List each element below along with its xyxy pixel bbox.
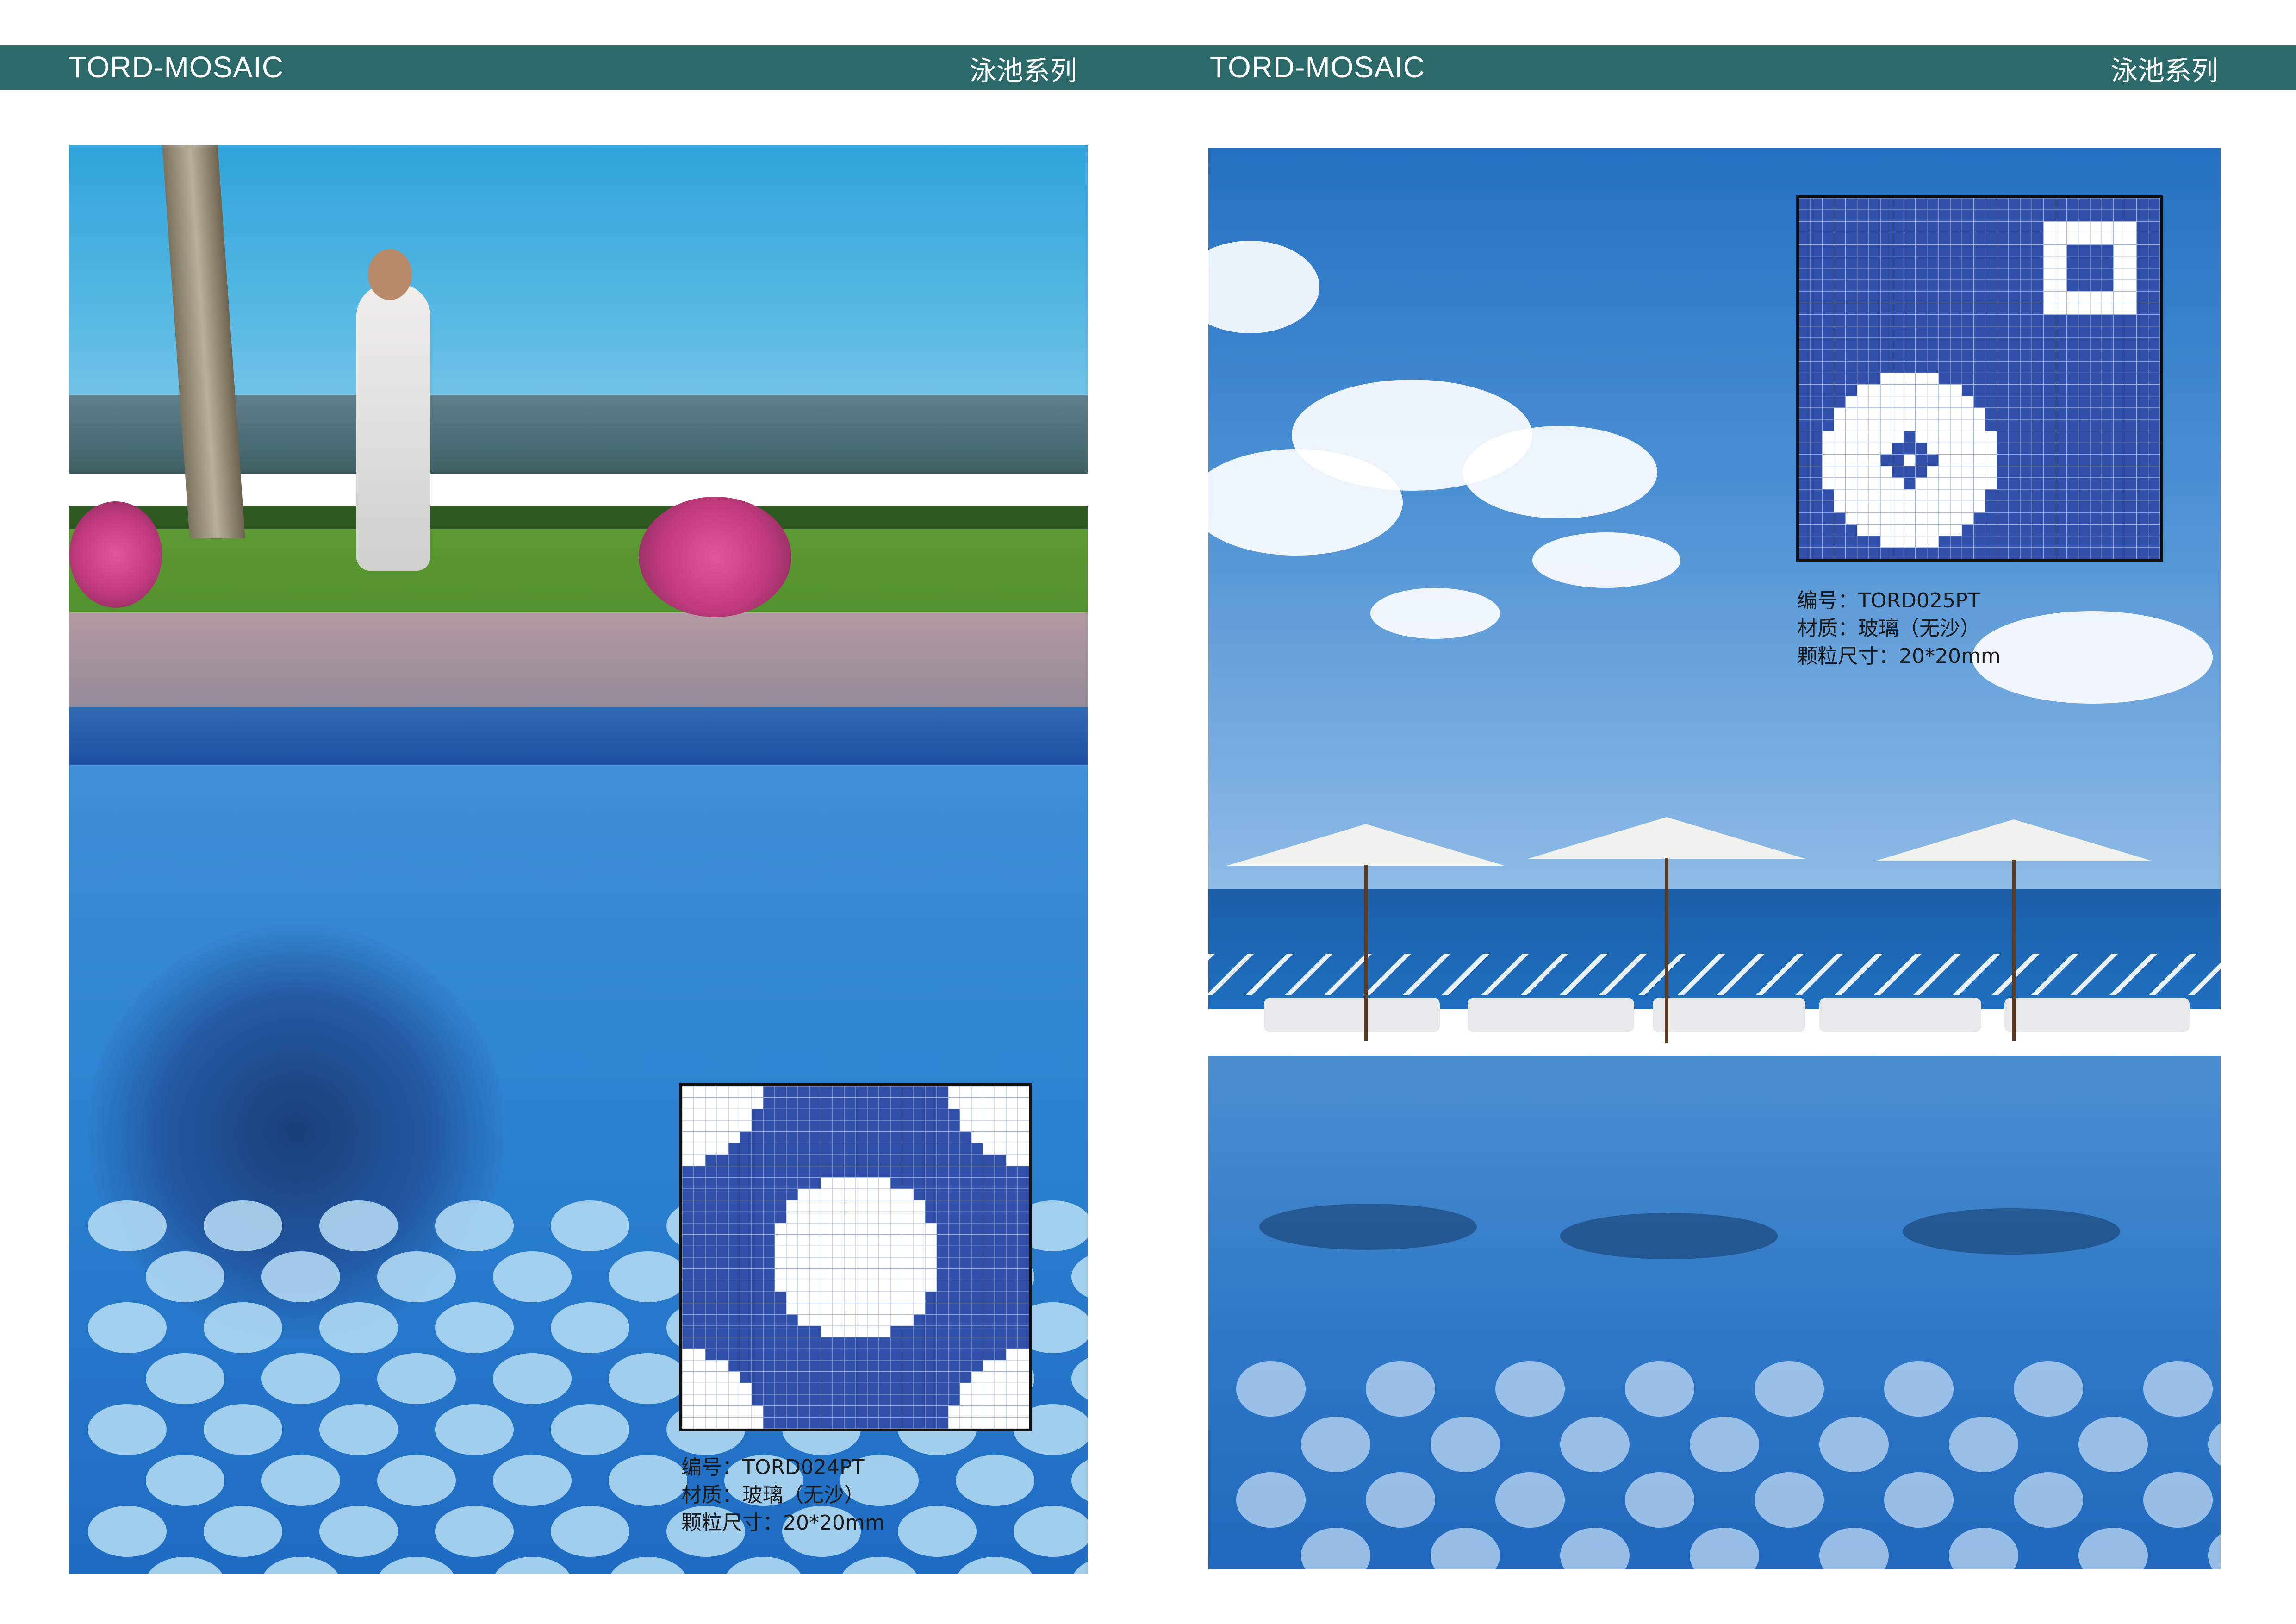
- pool-dot: [204, 1404, 282, 1455]
- brand-name: TORD-MOSAIC: [68, 50, 284, 84]
- pool-dot: [377, 1353, 456, 1404]
- umbrella: [1875, 819, 2153, 861]
- pool-dot: [1014, 1506, 1088, 1557]
- pool-dot: [1690, 1417, 1759, 1472]
- umbrella: [1227, 824, 1505, 866]
- railing: [1208, 954, 2221, 995]
- pool-dot: [1366, 1361, 1435, 1417]
- pool-dot: [1301, 1417, 1370, 1472]
- pool-dot: [88, 1506, 167, 1557]
- mosaic-swatch-tord025pt: [1796, 195, 2163, 562]
- pool-dot: [1560, 1417, 1630, 1472]
- pool-dot: [204, 1302, 282, 1353]
- pool-dot: [2014, 1472, 2083, 1528]
- pool-dot: [551, 1302, 629, 1353]
- pool-dot: [609, 1455, 687, 1506]
- pool-dot: [609, 1353, 687, 1404]
- product-caption: 编号：TORD025PT 材质：玻璃（无沙） 颗粒尺寸：20*20mm: [1797, 587, 2001, 670]
- product-caption: 编号：TORD024PT 材质：玻璃（无沙） 颗粒尺寸：20*20mm: [681, 1454, 885, 1537]
- pool-dot: [319, 1506, 398, 1557]
- pool-dot: [1625, 1361, 1694, 1417]
- pool-dot: [1949, 1417, 2018, 1472]
- left-page: TORD-MOSAIC 泳池系列 编号：TORD024PT 材质：玻璃（无沙） …: [0, 0, 1148, 1624]
- pool-dot: [1495, 1361, 1565, 1417]
- pool-dot: [435, 1302, 514, 1353]
- pool-dot: [435, 1506, 514, 1557]
- pool-dot: [319, 1404, 398, 1455]
- man-in-robe: [356, 284, 430, 571]
- pool-dot: [609, 1251, 687, 1302]
- pool-dot: [261, 1251, 340, 1302]
- product-code: 编号：TORD025PT: [1797, 589, 1980, 612]
- pool-dot: [88, 1302, 167, 1353]
- product-material: 材质：玻璃（无沙）: [681, 1483, 865, 1507]
- pool-dot: [319, 1302, 398, 1353]
- pool-dot: [146, 1353, 224, 1404]
- pool-dot: [88, 1404, 167, 1455]
- pool-dot: [898, 1506, 977, 1557]
- pool-dot: [1884, 1472, 1954, 1528]
- pool-dot: [1755, 1472, 1824, 1528]
- series-title: 泳池系列: [2111, 55, 2219, 87]
- series-title: 泳池系列: [970, 55, 1077, 87]
- pool-dot: [1819, 1417, 1889, 1472]
- pool-dot: [319, 1200, 398, 1251]
- pool-dot: [1366, 1472, 1435, 1528]
- pool-dot: [435, 1404, 514, 1455]
- pool-dot: [1431, 1417, 1500, 1472]
- pool-dot: [88, 1200, 167, 1251]
- mosaic-swatch-tord024pt: [679, 1083, 1032, 1431]
- pool-dot: [2078, 1417, 2148, 1472]
- pool-dot: [493, 1251, 572, 1302]
- pool-dot: [435, 1200, 514, 1251]
- pool-dot: [377, 1455, 456, 1506]
- pool-dot: [261, 1455, 340, 1506]
- pool-dot: [2143, 1361, 2213, 1417]
- brand-name: TORD-MOSAIC: [1210, 50, 1425, 84]
- product-size: 颗粒尺寸：20*20mm: [1797, 644, 2001, 668]
- right-page: TORD-MOSAIC 泳池系列 编号：TORD025PT 材质：玻璃（无沙） …: [1148, 0, 2296, 1624]
- pool-dot: [261, 1353, 340, 1404]
- pool-dot: [1236, 1361, 1306, 1417]
- pool-dot: [493, 1353, 572, 1404]
- pool-dot: [377, 1251, 456, 1302]
- pool-border-tiles: [69, 707, 1088, 768]
- pool-dot: [204, 1506, 282, 1557]
- pool-dot: [1625, 1472, 1694, 1528]
- mosaic-tile-grid: [682, 1086, 1029, 1429]
- pool-dot: [146, 1455, 224, 1506]
- pool-dot: [1236, 1472, 1306, 1528]
- umbrella: [1528, 817, 1805, 859]
- pool-dot: [493, 1455, 572, 1506]
- flower-bush: [69, 501, 162, 608]
- pool-dot: [1884, 1361, 1954, 1417]
- pool-dot: [2143, 1472, 2213, 1528]
- pool-dot: [1495, 1472, 1565, 1528]
- pool-dot: [146, 1251, 224, 1302]
- product-material: 材质：玻璃（无沙）: [1797, 617, 1980, 640]
- pool-dot: [204, 1200, 282, 1251]
- pool-dot: [2014, 1361, 2083, 1417]
- flower-bush: [639, 497, 791, 617]
- pool-dot: [1755, 1361, 1824, 1417]
- product-code: 编号：TORD024PT: [681, 1455, 865, 1479]
- product-size: 颗粒尺寸：20*20mm: [681, 1511, 885, 1535]
- pool-dot: [551, 1200, 629, 1251]
- mosaic-tile-grid: [1799, 198, 2160, 559]
- pool-dot: [551, 1506, 629, 1557]
- pool-dot: [956, 1455, 1034, 1506]
- pool-dot: [551, 1404, 629, 1455]
